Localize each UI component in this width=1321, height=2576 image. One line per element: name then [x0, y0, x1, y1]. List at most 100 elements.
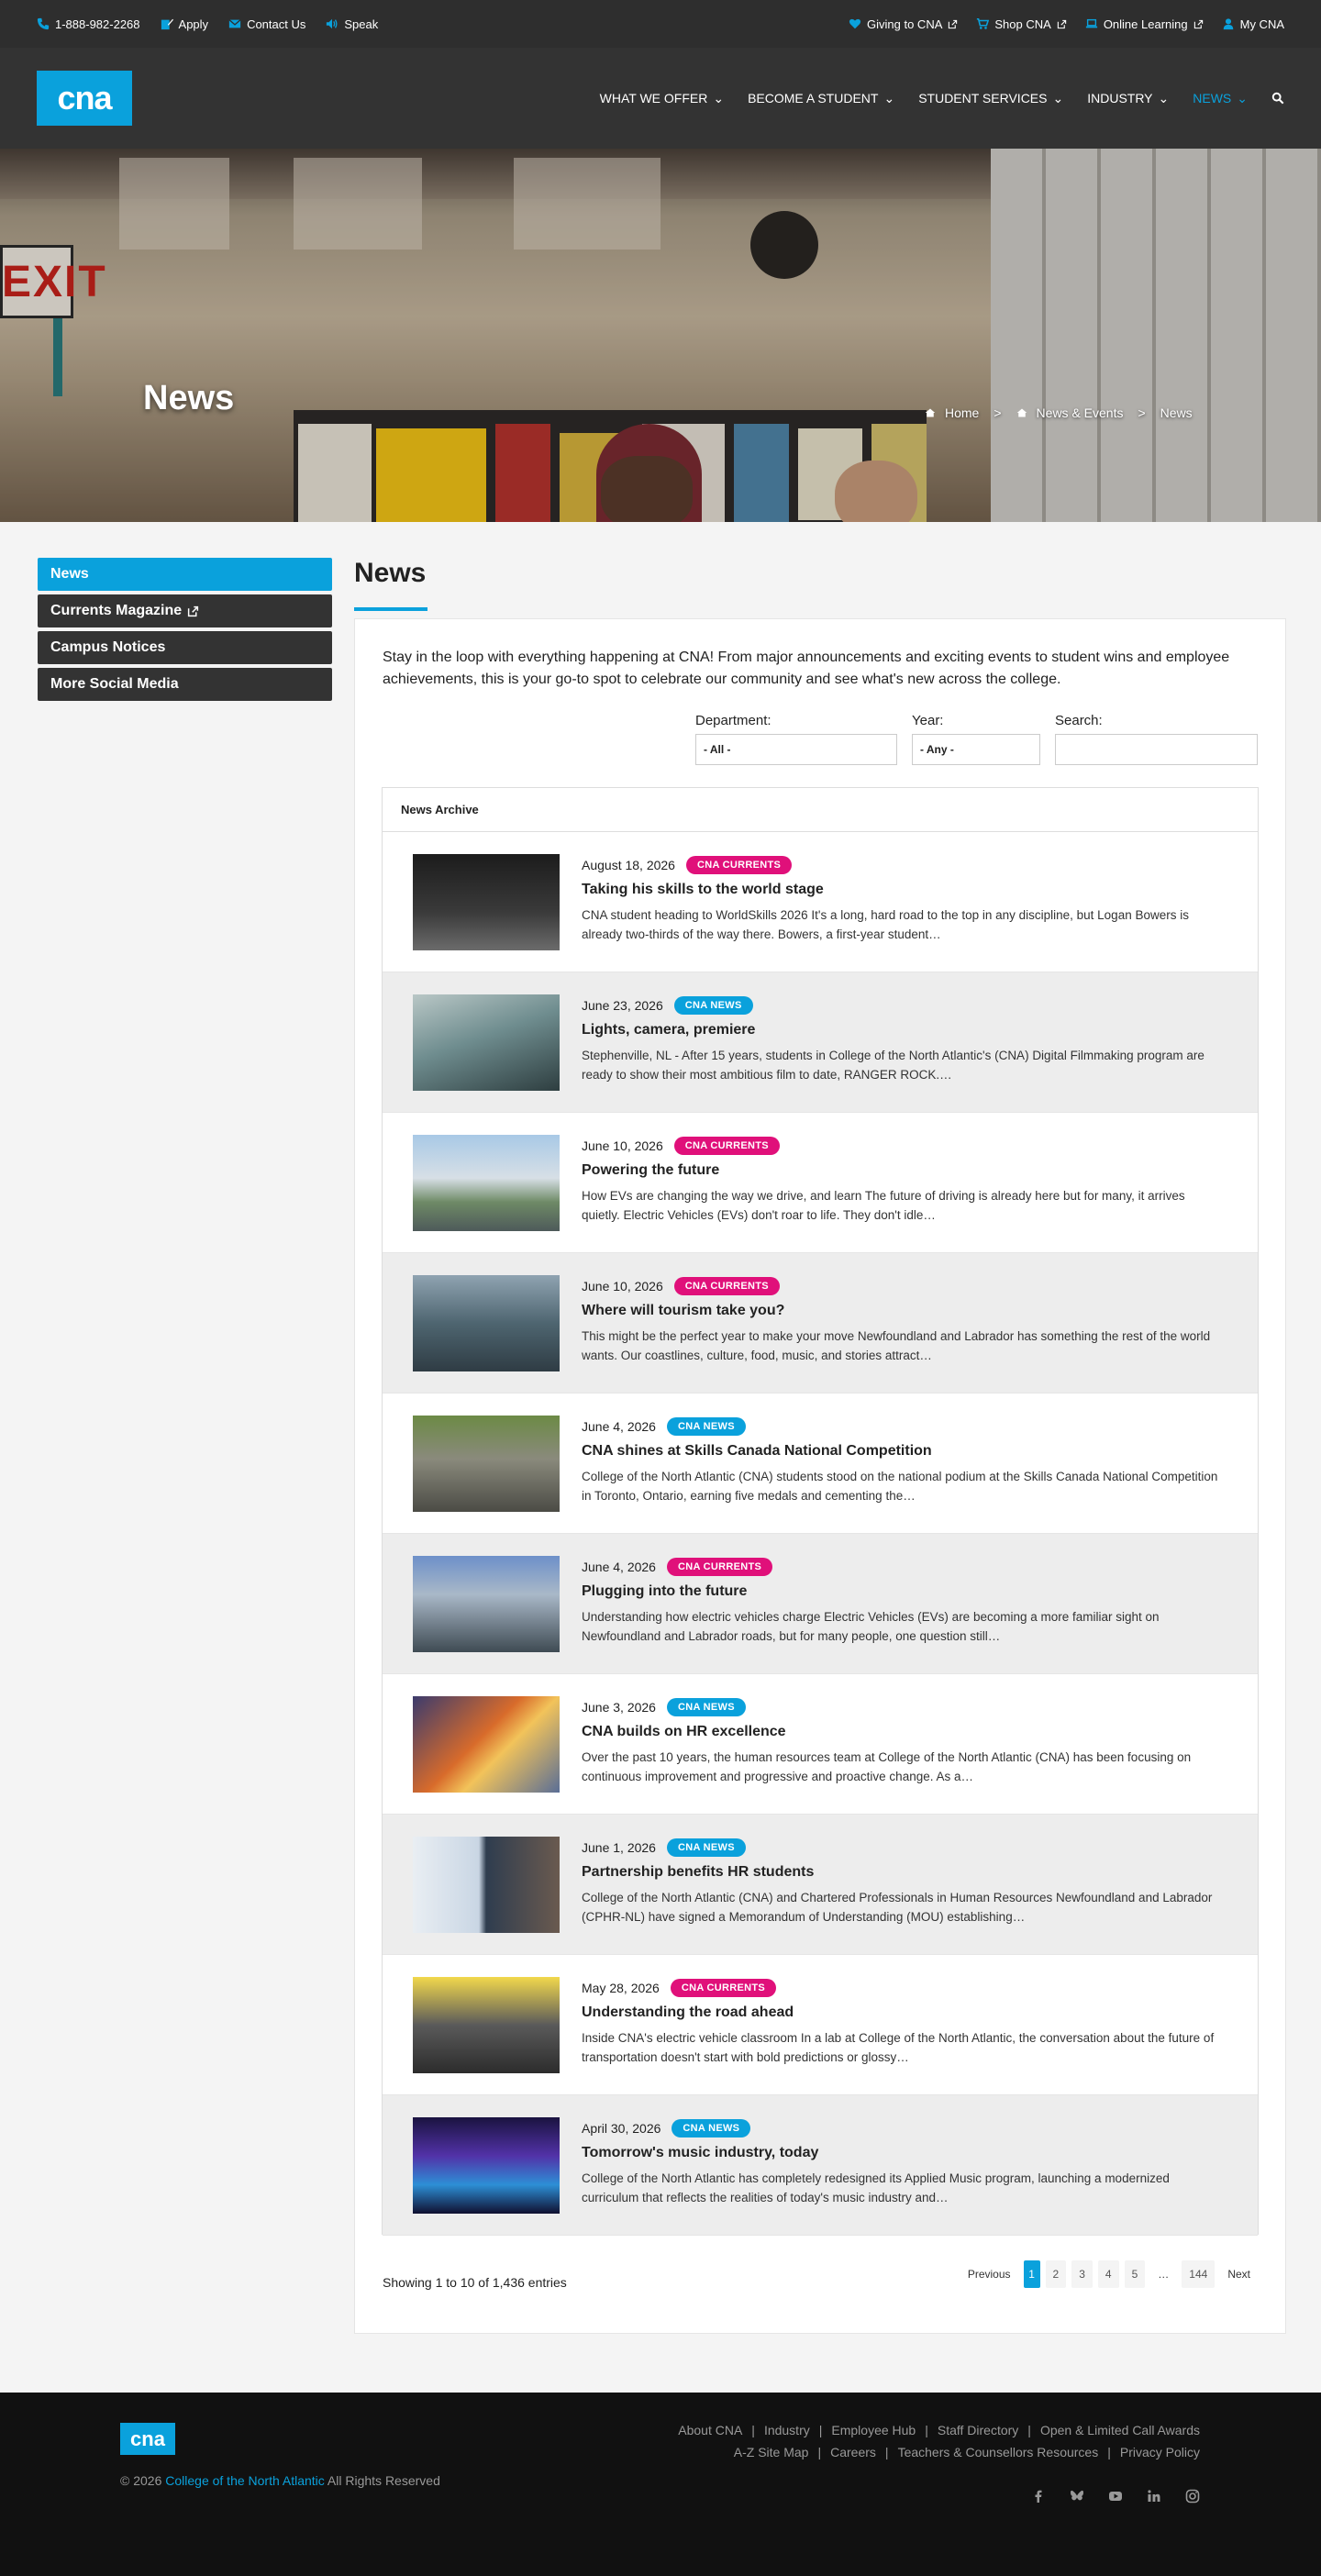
article-title[interactable]: Lights, camera, premiere — [582, 1022, 1224, 1038]
article-thumbnail[interactable] — [413, 1977, 560, 2073]
chevron-down-icon: ⌄ — [1237, 90, 1248, 105]
article-thumbnail[interactable] — [413, 1696, 560, 1793]
contact-link[interactable]: Contact Us — [228, 17, 305, 31]
facebook-icon[interactable] — [1031, 2489, 1046, 2504]
footer-link[interactable]: Industry — [764, 2423, 810, 2437]
footer-link[interactable]: Privacy Policy — [1120, 2445, 1200, 2459]
instagram-icon[interactable] — [1185, 2489, 1200, 2504]
linkedin-icon[interactable] — [1147, 2489, 1161, 2504]
news-article-row[interactable]: June 10, 2026 CNA CURRENTS Where will tour… — [383, 1253, 1258, 1393]
footer-link[interactable]: About CNA — [678, 2423, 742, 2437]
pagination-page[interactable]: 144 — [1182, 2260, 1216, 2288]
news-article-row[interactable]: June 4, 2026 CNA NEWS CNA shines at Skills… — [383, 1393, 1258, 1534]
article-title[interactable]: Taking his skills to the world stage — [582, 882, 1224, 898]
article-thumbnail[interactable] — [413, 1135, 560, 1231]
footer-link[interactable]: Teachers & Counsellors Resources — [898, 2445, 1099, 2459]
news-article-row[interactable]: August 18, 2026 CNA CURRENTS Taking his sk… — [383, 832, 1258, 972]
nav-industry[interactable]: INDUSTRY ⌄ — [1087, 91, 1169, 106]
search-input[interactable] — [1055, 734, 1258, 765]
article-title[interactable]: Plugging into the future — [582, 1583, 1224, 1600]
year-label: Year: — [912, 713, 944, 728]
article-title[interactable]: Powering the future — [582, 1162, 1224, 1179]
sidebar-item-news[interactable]: News — [38, 558, 332, 591]
footer-link[interactable]: Staff Directory — [938, 2423, 1018, 2437]
breadcrumb-news-events[interactable]: News & Events — [1037, 405, 1124, 420]
article-title[interactable]: Understanding the road ahead — [582, 2004, 1224, 2021]
news-article-row[interactable]: June 1, 2026 CNA NEWS Partnership benefits… — [383, 1815, 1258, 1955]
youtube-icon[interactable] — [1108, 2489, 1123, 2504]
article-category-badge[interactable]: CNA NEWS — [673, 996, 753, 1015]
news-article-row[interactable]: June 3, 2026 CNA NEWS CNA builds on HR exc… — [383, 1674, 1258, 1815]
entries-summary: Showing 1 to 10 of 1,436 entries — [383, 2275, 567, 2290]
article-title[interactable]: CNA builds on HR excellence — [582, 1724, 1224, 1740]
footer-logo[interactable]: cna — [120, 2423, 175, 2455]
news-article-row[interactable]: May 28, 2026 CNA CURRENTS Understanding th… — [383, 1955, 1258, 2095]
article-category-badge[interactable]: CNA NEWS — [666, 1417, 746, 1436]
online-learning-link[interactable]: Online Learning — [1085, 17, 1204, 31]
article-thumbnail[interactable] — [413, 854, 560, 950]
article-body: June 10, 2026 CNA CURRENTS Where will tour… — [582, 1275, 1224, 1365]
nav-news[interactable]: NEWS ⌄ — [1193, 91, 1248, 106]
article-thumbnail[interactable] — [413, 994, 560, 1091]
article-title[interactable]: Partnership benefits HR students — [582, 1864, 1224, 1881]
speak-link[interactable]: Speak — [326, 17, 378, 31]
article-category-badge[interactable]: CNA NEWS — [666, 1838, 746, 1857]
footer-link[interactable]: Employee Hub — [831, 2423, 916, 2437]
nav-label: BECOME A STUDENT — [748, 91, 879, 105]
article-thumbnail[interactable] — [413, 1275, 560, 1371]
footer-link[interactable]: A-Z Site Map — [734, 2445, 809, 2459]
giving-link[interactable]: Giving to CNA — [849, 17, 958, 31]
utility-bar: 1-888-982-2268 Apply Contact Us Speak Gi… — [0, 0, 1321, 48]
footer-link[interactable]: Open & Limited Call Awards — [1040, 2423, 1200, 2437]
article-category-badge[interactable]: CNA CURRENTS — [670, 1979, 777, 1997]
pagination-page[interactable]: 2 — [1045, 2260, 1067, 2288]
phone-link[interactable]: 1-888-982-2268 — [37, 17, 140, 31]
article-category-badge[interactable]: CNA NEWS — [672, 2119, 751, 2137]
pagination-page[interactable]: 1 — [1023, 2260, 1040, 2288]
my-cna-link[interactable]: My CNA — [1222, 17, 1284, 31]
nav-student-services[interactable]: STUDENT SERVICES ⌄ — [918, 91, 1063, 106]
article-category-badge[interactable]: CNA CURRENTS — [673, 1137, 780, 1155]
article-date: June 10, 2026 — [582, 1138, 663, 1153]
article-thumbnail[interactable] — [413, 1556, 560, 1652]
article-category-badge[interactable]: CNA NEWS — [666, 1698, 746, 1716]
news-article-row[interactable]: June 10, 2026 CNA CURRENTS Powering the fu… — [383, 1113, 1258, 1253]
news-article-row[interactable]: April 30, 2026 CNA NEWS Tomorrow's music i… — [383, 2095, 1258, 2236]
nav-become-a-student[interactable]: BECOME A STUDENT ⌄ — [748, 91, 894, 106]
article-category-badge[interactable]: CNA CURRENTS — [673, 1277, 780, 1295]
article-title[interactable]: CNA shines at Skills Canada National Com… — [582, 1443, 1224, 1460]
article-category-badge[interactable]: CNA CURRENTS — [666, 1558, 773, 1576]
year-select[interactable]: - Any - — [912, 734, 1040, 765]
department-select[interactable]: - All - — [695, 734, 897, 765]
nav-what-we-offer[interactable]: WHAT WE OFFER ⌄ — [600, 91, 724, 106]
news-article-row[interactable]: June 4, 2026 CNA CURRENTS Plugging into th… — [383, 1534, 1258, 1674]
shop-link[interactable]: Shop CNA — [976, 17, 1066, 31]
article-thumbnail[interactable] — [413, 2117, 560, 2214]
footer-links-row-2: A-Z Site Map | Careers | Teachers & Counse… — [734, 2445, 1200, 2459]
cna-logo[interactable]: cna — [37, 71, 132, 126]
bluesky-icon[interactable] — [1070, 2489, 1084, 2504]
article-thumbnail[interactable] — [413, 1416, 560, 1512]
pagination-previous[interactable]: Previous — [960, 2260, 1018, 2288]
search-button[interactable] — [1271, 92, 1284, 105]
news-article-row[interactable]: June 23, 2026 CNA NEWS Lights, camera, pre… — [383, 972, 1258, 1113]
pagination-page[interactable]: 4 — [1097, 2260, 1119, 2288]
article-category-badge[interactable]: CNA CURRENTS — [685, 856, 793, 874]
article-title[interactable]: Where will tourism take you? — [582, 1303, 1224, 1319]
article-thumbnail[interactable] — [413, 1837, 560, 1933]
external-link-icon — [1193, 19, 1203, 28]
article-title[interactable]: Tomorrow's music industry, today — [582, 2145, 1224, 2161]
apply-link[interactable]: Apply — [161, 17, 208, 31]
breadcrumb-home[interactable]: Home — [945, 405, 979, 420]
article-meta: June 10, 2026 CNA CURRENTS — [582, 1277, 1224, 1295]
sidebar-item-currents-magazine[interactable]: Currents Magazine — [38, 594, 332, 627]
pagination-page[interactable]: 5 — [1124, 2260, 1146, 2288]
copyright-link[interactable]: College of the North Atlantic — [165, 2473, 325, 2488]
pagination-page[interactable]: 3 — [1071, 2260, 1093, 2288]
article-meta: June 4, 2026 CNA CURRENTS — [582, 1558, 1224, 1576]
sidebar-item-campus-notices[interactable]: Campus Notices — [38, 631, 332, 664]
footer-link[interactable]: Careers — [830, 2445, 876, 2459]
sidebar-item-more-social-media[interactable]: More Social Media — [38, 668, 332, 701]
intro-text: Stay in the loop with everything happeni… — [383, 650, 1230, 687]
pagination-next[interactable]: Next — [1220, 2260, 1258, 2288]
